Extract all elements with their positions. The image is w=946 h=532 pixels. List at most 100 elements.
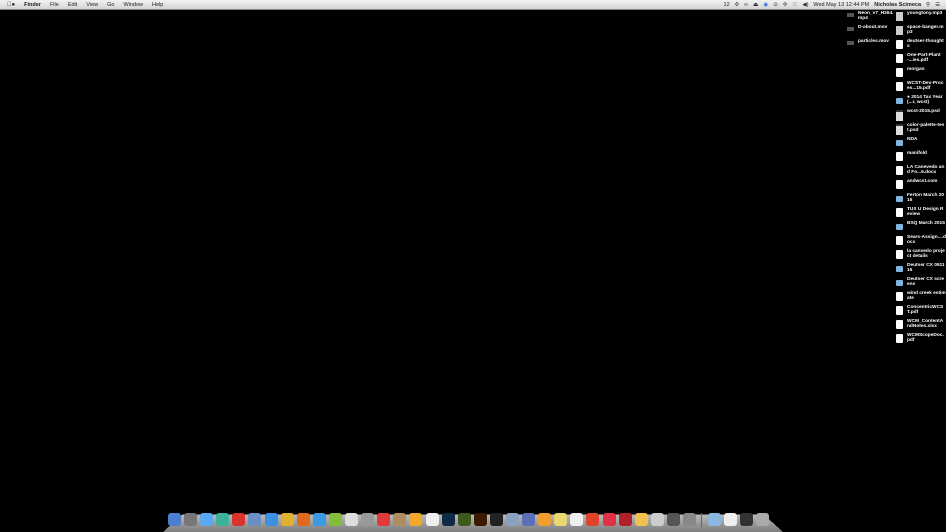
desktop-item[interactable]: morgan [896,67,946,81]
dock-transmit-icon[interactable] [522,513,536,526]
desktop-item[interactable]: wind creek estimate [896,291,946,305]
dock-illustrator-icon[interactable] [473,513,487,526]
desktop-item[interactable]: andwcst.com [896,179,946,193]
desktop-item-label: Deutser CX screens [907,277,945,288]
file-file-icon [896,180,903,189]
dock-calculator-icon[interactable] [361,513,375,526]
desktop-item[interactable]: WCM_ContentAndNotes.xlsx [896,319,946,333]
menu-file[interactable]: File [50,2,59,8]
desktop-item[interactable]: NDA [896,137,946,151]
dock-spotify-icon[interactable] [328,513,342,526]
psd-file-icon [896,124,903,135]
menu-view[interactable]: View [86,2,98,8]
desktop-item[interactable]: space-banger.mp3 [896,25,946,39]
dock-script-editor-icon[interactable] [345,513,359,526]
dock-documents-stack-icon[interactable] [724,513,738,526]
dock-launchpad-icon[interactable] [184,513,198,526]
desktop-item[interactable]: BSQ March 2015 [896,221,946,235]
dock-applications-folder-icon[interactable] [708,513,722,526]
dock-acrobat-icon[interactable] [425,513,439,526]
dock-itunes-icon[interactable] [602,513,616,526]
drive-icon[interactable]: ⏏ [753,2,758,8]
dock-slack-icon[interactable] [216,513,230,526]
user-name[interactable]: Nicholas Scimeca [874,2,921,8]
menu-edit[interactable]: Edit [68,2,77,8]
desktop-item[interactable]: ● 2014 Tax Year (...r, wcst) [896,95,946,109]
desktop-item[interactable]: One-Part-Plant-...ies.pdf [896,53,946,67]
dock-finder-icon[interactable] [168,513,181,526]
menu-window[interactable]: Window [123,2,143,8]
desktop-item[interactable]: D-about.mov [847,25,897,39]
dock-iphoto-icon[interactable] [505,513,519,526]
wifi-icon[interactable]: ♡ [792,2,797,8]
eye-icon[interactable]: ◉ [763,2,768,8]
dock-adium-icon[interactable] [538,513,552,526]
bluetooth-icon[interactable]: ✢ [783,2,788,8]
desktop-item[interactable]: WCST-Dev-Proces...15.pdf [896,81,946,95]
dock-tubes-icon[interactable] [650,513,664,526]
dock-reminders-icon[interactable] [570,513,584,526]
desktop-item-label: andwcst.com [907,179,938,184]
file-file-icon [896,334,903,343]
desktop-item[interactable]: ConcentricWCST.pdf [896,305,946,319]
desktop-item[interactable]: Ferton March 2015 [896,193,946,207]
desktop-item-label: ConcentricWCST.pdf [907,305,944,316]
dock-wunderlist-icon[interactable] [232,513,246,526]
time-machine-icon[interactable]: ⊙ [773,2,778,8]
dock-trash-icon[interactable] [756,513,770,526]
desktop-item[interactable]: wcst-2015.psd [896,109,946,123]
dock-opera-icon[interactable] [377,513,391,526]
volume-icon[interactable]: ◀) [802,2,808,8]
menu-go[interactable]: Go [107,2,114,8]
desktop-item[interactable]: manifold [896,151,946,165]
menu-help[interactable]: Help [152,2,163,8]
infinity-icon[interactable]: ∞ [744,2,748,8]
desktop-item[interactable]: Neon_v7_H264.mp4 [847,11,897,25]
desktop-item-label: wcst-2015.psd [907,109,940,114]
dock-photoshop-icon[interactable] [441,513,455,526]
desktop-item-label: LA Canevedo and Fo...5.docx [907,165,945,176]
dock-safari-icon[interactable] [264,513,278,526]
desktop-item[interactable]: youngtony.mp3 [896,11,946,25]
dock-notefile-icon[interactable] [393,513,407,526]
menu-finder[interactable]: Finder [24,2,41,8]
desktop-item-label: particles.mov [858,39,889,44]
desktop-item[interactable]: LA Canevedo and Fo...5.docx [896,165,946,179]
file-file-icon [896,320,903,329]
apple-menu-icon[interactable]: ● [7,2,15,8]
dock-system-preferences-icon[interactable] [683,513,696,526]
desktop-item[interactable]: deutser-thoughts [896,39,946,53]
spotlight-icon[interactable]: ⚲ [926,2,930,8]
desktop-item-label: Sears-Assign....docx [907,235,946,246]
clock[interactable]: Wed May 13 12:44 PM [813,2,869,8]
dock-wordpress-icon[interactable] [666,513,680,526]
desktop-item-label: Neon_v7_H264.mp4 [858,11,894,22]
desktop-item[interactable]: la canvedo project details [896,249,946,263]
dropbox-icon[interactable]: ✣ [735,2,740,8]
dock-chrome-icon[interactable] [280,513,294,526]
desktop-item[interactable]: Deutser CX screens [896,277,946,291]
mail-count-icon[interactable]: 12 [724,2,730,8]
file-file-icon [896,250,903,259]
dock-pages-icon[interactable] [634,513,648,526]
dock-sketch-icon[interactable] [409,513,423,526]
dock-dreamweaver-icon[interactable] [457,513,471,526]
desktop-item[interactable]: color-palette-test.psd [896,123,946,137]
dock-preview-icon[interactable] [248,513,262,526]
dock-firefox-icon[interactable] [296,513,310,526]
dock-stickies-icon[interactable] [554,513,568,526]
dock-ellipsis-app-icon[interactable] [489,513,503,526]
dock-separator [701,512,708,527]
dock-photo-booth-icon[interactable] [618,513,632,526]
desktop-item[interactable]: Deutser CX 051115 [896,263,946,277]
dock-twitter-icon[interactable] [312,513,326,526]
dock-screen-stack-icon[interactable] [740,513,754,526]
file-file-icon [896,292,903,301]
desktop-item[interactable]: particles.mov [847,39,897,53]
dock-infinity-app-icon[interactable] [586,513,600,526]
desktop-item[interactable]: TUX U Design Review [896,207,946,221]
dock-messages-icon[interactable] [200,513,214,526]
desktop-item[interactable]: Sears-Assign....docx [896,235,946,249]
notification-center-icon[interactable]: ☰ [935,2,940,8]
desktop-item[interactable]: WCMScopeDoc.pdf [896,333,946,347]
